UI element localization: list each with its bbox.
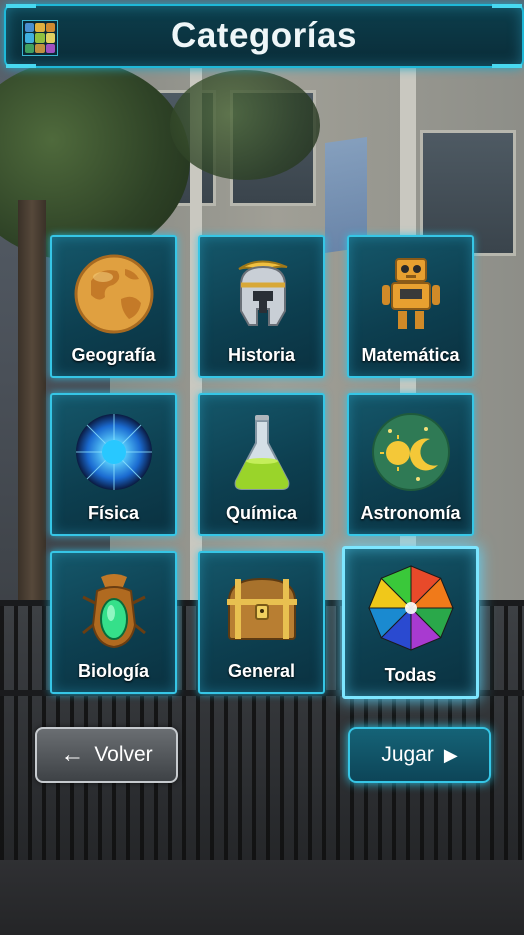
back-button-label: Volver [94, 743, 153, 766]
category-label: Astronomía [360, 503, 461, 523]
play-button-label: Jugar [381, 743, 434, 766]
play-triangle-icon: ▶ [443, 745, 458, 765]
category-label: General [227, 661, 296, 681]
category-label: Todas [384, 665, 437, 685]
helmet-icon [219, 251, 305, 337]
arrow-left-icon: ← [60, 741, 85, 768]
color-wheel-icon [366, 563, 456, 653]
scarab-icon [71, 567, 157, 653]
category-label: Historia [227, 345, 296, 365]
globe-icon [71, 251, 157, 337]
category-label: Química [225, 503, 298, 523]
category-quimica[interactable]: Química [198, 393, 325, 536]
category-label: Física [87, 503, 140, 523]
category-label: Matemática [361, 345, 460, 365]
page-title: Categorías [171, 16, 357, 55]
category-general[interactable]: General [198, 551, 325, 694]
category-biologia[interactable]: Biología [50, 551, 177, 694]
header-bar: Categorías [4, 4, 524, 68]
category-label: Biología [78, 661, 149, 681]
category-label: Geografía [71, 345, 156, 365]
category-todas[interactable]: Todas [342, 546, 479, 699]
back-button[interactable]: ← Volver [35, 727, 178, 783]
treasure-chest-icon [219, 567, 305, 653]
play-button[interactable]: Jugar ▶ [348, 727, 491, 783]
flask-icon [219, 409, 305, 495]
category-astronomia[interactable]: Astronomía [347, 393, 474, 536]
sun-moon-icon [368, 409, 454, 495]
category-geografia[interactable]: Geografía [50, 235, 177, 378]
category-historia[interactable]: Historia [198, 235, 325, 378]
category-fisica[interactable]: Física [50, 393, 177, 536]
category-matematica[interactable]: Matemática [347, 235, 474, 378]
energy-sphere-icon [71, 409, 157, 495]
robot-icon [368, 251, 454, 337]
